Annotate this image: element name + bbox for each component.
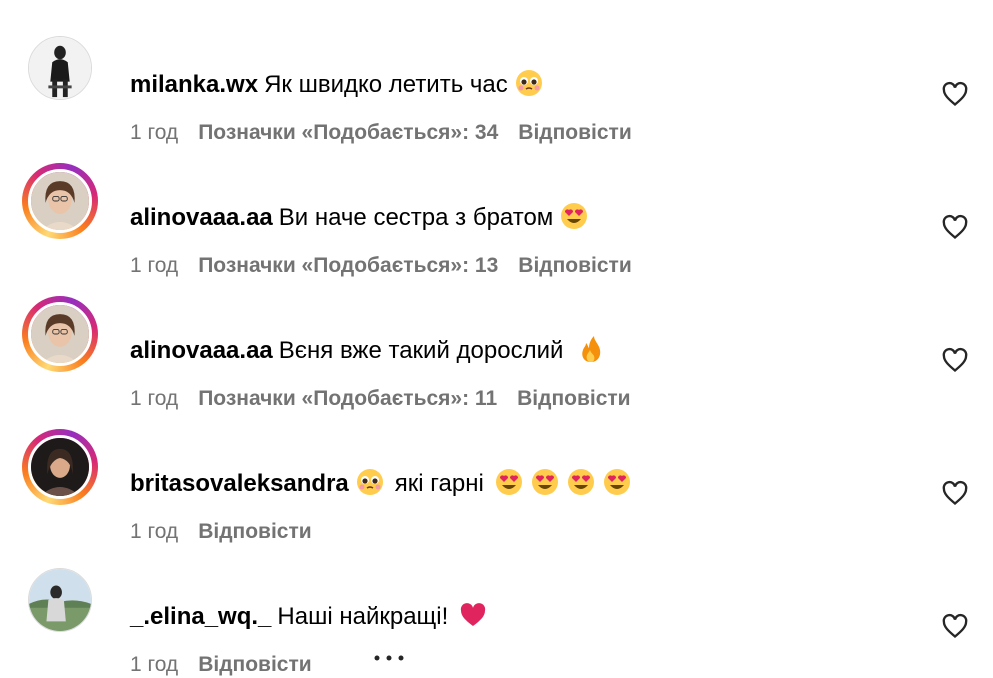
avatar-elina-icon — [28, 568, 92, 632]
comment-line: milanka.wx Як швидко летить час — [130, 68, 544, 100]
comment-meta: 1 год Відповісти — [130, 652, 332, 678]
more-options-icon[interactable] — [372, 648, 406, 668]
comment-username[interactable]: milanka.wx — [130, 71, 258, 98]
likes-count[interactable]: Позначки «Подобається»: 34 — [198, 121, 498, 144]
comment-text: Вєня вже такий дорослий — [278, 337, 571, 364]
avatar[interactable] — [22, 429, 98, 505]
avatar[interactable] — [22, 30, 98, 106]
comment-meta: 1 год Позначки «Подобається»: 11 Відповіст… — [130, 386, 651, 412]
heart-eyes-emoji-icon — [566, 467, 596, 497]
red-heart-emoji-icon — [458, 600, 488, 630]
heart-outline-icon[interactable] — [941, 346, 969, 374]
comment-time[interactable]: 1 год — [130, 520, 178, 543]
comment-time[interactable]: 1 год — [130, 653, 178, 676]
comment-meta: 1 год Відповісти — [130, 519, 332, 545]
comment-item: milanka.wx Як швидко летить час 1 год Позн… — [0, 28, 993, 161]
comment-item: alinovaaa.aa Ви наче сестра з братом 1 го… — [0, 161, 993, 294]
comment-username[interactable]: britasovaleksandra — [130, 470, 349, 497]
comment-time[interactable]: 1 год — [130, 121, 178, 144]
comment-text: які гарні — [394, 470, 484, 497]
pleading-face-emoji-icon — [514, 68, 544, 98]
avatar-alinovaaa-icon — [28, 302, 92, 366]
comment-meta: 1 год Позначки «Подобається»: 13 Відповіст… — [130, 253, 652, 279]
avatar[interactable] — [22, 562, 98, 638]
comment-meta: 1 год Позначки «Подобається»: 34 Відповіст… — [130, 120, 652, 146]
likes-count[interactable]: Позначки «Подобається»: 11 — [198, 387, 497, 410]
heart-outline-icon[interactable] — [941, 479, 969, 507]
heart-outline-icon[interactable] — [941, 80, 969, 108]
comment-line: alinovaaa.aa Вєня вже такий дорослий — [130, 334, 606, 366]
comment-time[interactable]: 1 год — [130, 387, 178, 410]
heart-eyes-emoji-icon — [530, 467, 560, 497]
comment-line: alinovaaa.aa Ви наче сестра з братом — [130, 201, 589, 233]
heart-outline-icon[interactable] — [941, 612, 969, 640]
comment-text: Наші найкращі! — [277, 603, 449, 630]
avatar[interactable] — [22, 296, 98, 372]
comment-item: _.elina_wq._ Наші найкращі! 1 год Відповіс… — [0, 560, 993, 676]
heart-outline-icon[interactable] — [941, 213, 969, 241]
comment-line: _.elina_wq._ Наші найкращі! — [130, 600, 488, 632]
heart-eyes-emoji-icon — [602, 467, 632, 497]
reply-button[interactable]: Відповісти — [198, 653, 311, 676]
avatar[interactable] — [22, 163, 98, 239]
comment-item: britasovaleksandra які гарні 1 год Відпові… — [0, 427, 993, 560]
comment-time[interactable]: 1 год — [130, 254, 178, 277]
comment-line: britasovaleksandra які гарні — [130, 467, 632, 499]
avatar-alinovaaa-icon — [28, 169, 92, 233]
avatar-milanka-icon — [28, 36, 92, 100]
comment-text: Ви наче сестра з братом — [278, 204, 554, 231]
heart-eyes-emoji-icon — [559, 201, 589, 231]
fire-emoji-icon — [576, 334, 606, 364]
reply-button[interactable]: Відповісти — [198, 520, 311, 543]
avatar-britasov-icon — [28, 435, 92, 499]
comment-text: Як швидко летить час — [264, 71, 508, 98]
reply-button[interactable]: Відповісти — [518, 121, 631, 144]
likes-count[interactable]: Позначки «Подобається»: 13 — [198, 254, 498, 277]
reply-button[interactable]: Відповісти — [517, 387, 630, 410]
comment-username[interactable]: _.elina_wq._ — [130, 603, 271, 630]
reply-button[interactable]: Відповісти — [518, 254, 631, 277]
comment-username[interactable]: alinovaaa.aa — [130, 204, 273, 231]
comment-item: alinovaaa.aa Вєня вже такий дорослий 1 го… — [0, 294, 993, 427]
comment-username[interactable]: alinovaaa.aa — [130, 337, 273, 364]
heart-eyes-emoji-icon — [494, 467, 524, 497]
pleading-face-emoji-icon — [355, 467, 385, 497]
